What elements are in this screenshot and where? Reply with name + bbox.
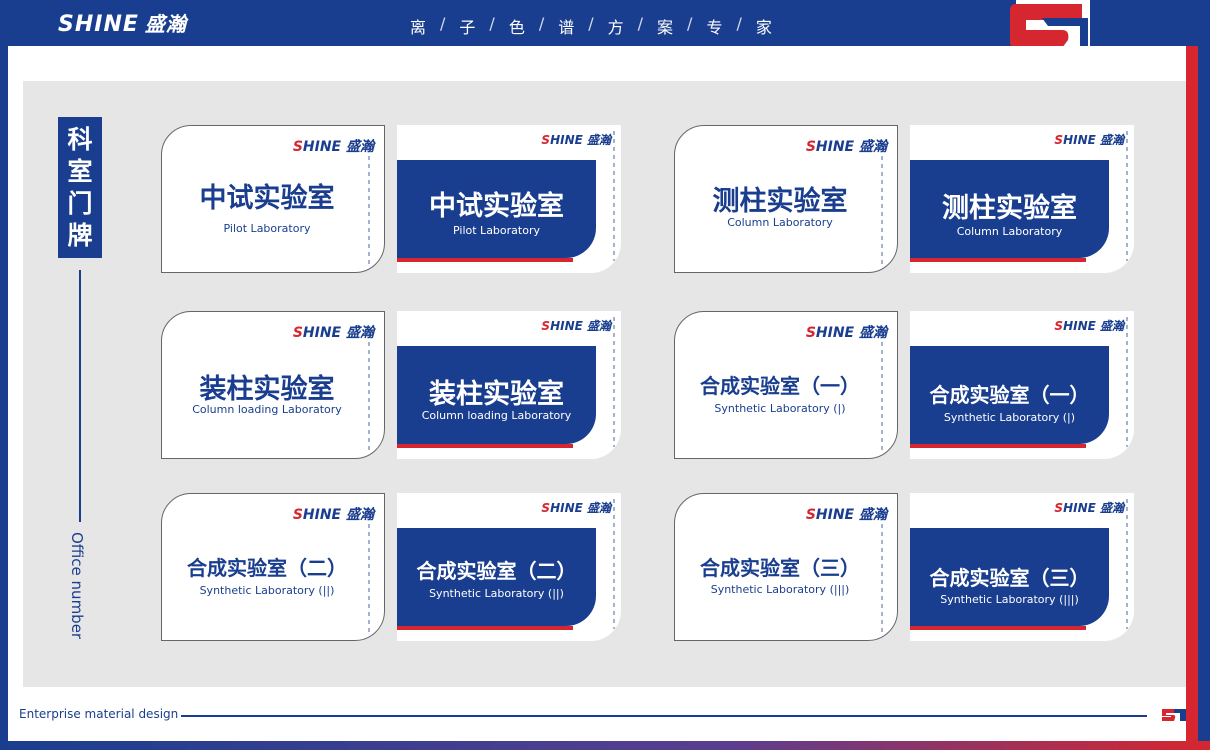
sign-white-column: SHINE 盛瀚 测柱实验室 Column Laboratory bbox=[674, 125, 898, 273]
sign-white-synthetic-1: SHINE 盛瀚 合成实验室（一） Synthetic Laboratory (… bbox=[674, 311, 898, 459]
section-title: 科 室 门 牌 bbox=[58, 117, 102, 258]
sign-logo: SHINE 盛瀚 bbox=[1054, 501, 1124, 515]
sign-red-line bbox=[910, 444, 1086, 448]
sign-color-block: 合成实验室（二） Synthetic Laboratory (||) bbox=[397, 528, 596, 626]
sign-red-line bbox=[397, 626, 573, 630]
sign-color-block: 装柱实验室 Column loading Laboratory bbox=[397, 346, 596, 444]
sign-color-block: 中试实验室 Pilot Laboratory bbox=[397, 160, 596, 258]
sign-blue-pilot: SHINE 盛瀚 中试实验室 Pilot Laboratory bbox=[397, 125, 621, 273]
footer-logo-icon bbox=[1162, 709, 1186, 721]
sign-logo: SHINE 盛瀚 bbox=[805, 139, 887, 155]
sign-logo: SHINE 盛瀚 bbox=[292, 507, 374, 523]
sign-stripe bbox=[1126, 317, 1128, 447]
sign-logo: SHINE 盛瀚 bbox=[541, 501, 611, 515]
sign-color-block: 测柱实验室 Column Laboratory bbox=[910, 160, 1109, 258]
sign-stripe bbox=[1126, 131, 1128, 261]
sign-logo: SHINE 盛瀚 bbox=[1054, 319, 1124, 333]
footer-divider bbox=[181, 715, 1147, 717]
sign-logo: SHINE 盛瀚 bbox=[292, 325, 374, 341]
sign-blue-column-loading: SHINE 盛瀚 装柱实验室 Column loading Laboratory bbox=[397, 311, 621, 459]
sign-color-block: 合成实验室（三） Synthetic Laboratory (|||) bbox=[910, 528, 1109, 626]
sign-red-line bbox=[397, 444, 573, 448]
section-divider bbox=[79, 270, 81, 522]
sign-stripe bbox=[613, 131, 615, 261]
sign-logo: SHINE 盛瀚 bbox=[541, 133, 611, 147]
sign-stripe bbox=[1126, 499, 1128, 629]
sign-stripe bbox=[613, 317, 615, 447]
sign-logo: SHINE 盛瀚 bbox=[805, 325, 887, 341]
footer-text: Enterprise material design bbox=[19, 707, 179, 721]
sign-stripe bbox=[613, 499, 615, 629]
section-subtitle: Office number bbox=[68, 532, 86, 640]
slogan: 离 / 子 / 色 / 谱 / 方 / 案 / 专 / 家 bbox=[410, 14, 772, 37]
sign-blue-column: SHINE 盛瀚 测柱实验室 Column Laboratory bbox=[910, 125, 1134, 273]
sign-logo: SHINE 盛瀚 bbox=[805, 507, 887, 523]
sign-color-block: 合成实验室（一） Synthetic Laboratory (|) bbox=[910, 346, 1109, 444]
sign-white-column-loading: SHINE 盛瀚 装柱实验室 Column loading Laboratory bbox=[161, 311, 385, 459]
sign-logo: SHINE 盛瀚 bbox=[1054, 133, 1124, 147]
sign-blue-synthetic-3: SHINE 盛瀚 合成实验室（三） Synthetic Laboratory (… bbox=[910, 493, 1134, 641]
sign-red-line bbox=[910, 626, 1086, 630]
sign-white-synthetic-2: SHINE 盛瀚 合成实验室（二） Synthetic Laboratory (… bbox=[161, 493, 385, 641]
sign-white-pilot: SHINE 盛瀚 中试实验室 Pilot Laboratory bbox=[161, 125, 385, 273]
sign-blue-synthetic-2: SHINE 盛瀚 合成实验室（二） Synthetic Laboratory (… bbox=[397, 493, 621, 641]
sign-white-synthetic-3: SHINE 盛瀚 合成实验室（三） Synthetic Laboratory (… bbox=[674, 493, 898, 641]
sign-red-line bbox=[397, 258, 573, 262]
sign-red-line bbox=[910, 258, 1086, 262]
sign-logo: SHINE 盛瀚 bbox=[541, 319, 611, 333]
sign-logo: SHINE 盛瀚 bbox=[292, 139, 374, 155]
bottom-strip bbox=[0, 741, 1210, 750]
sign-blue-synthetic-1: SHINE 盛瀚 合成实验室（一） Synthetic Laboratory (… bbox=[910, 311, 1134, 459]
brand-logo: SHINE 盛瀚 bbox=[58, 12, 187, 37]
